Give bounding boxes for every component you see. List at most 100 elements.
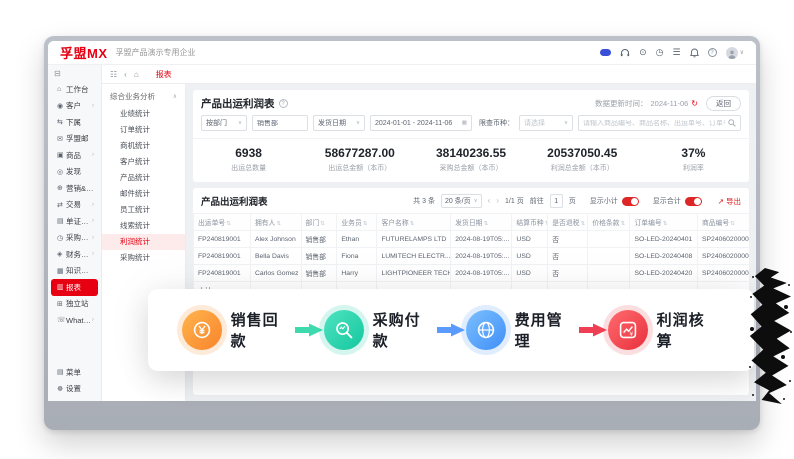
date-type-select[interactable]: 发货日期∨ — [313, 115, 365, 131]
target-icon[interactable]: ⊙ — [639, 48, 647, 57]
page-title: 产品出运利润表 — [201, 96, 275, 111]
chevron-right-icon: › — [92, 235, 94, 241]
total-toggle[interactable] — [685, 197, 702, 206]
submenu-item-emails[interactable]: 邮件统计 — [102, 186, 185, 202]
sort-icon: ⇅ — [226, 221, 231, 227]
dept-select[interactable]: 按部门∨ — [201, 115, 247, 131]
col-order-no[interactable]: 订单编号⇅ — [630, 214, 697, 231]
tab-reports[interactable]: 报表 — [156, 69, 172, 80]
back-button[interactable]: 返回 — [706, 96, 741, 111]
eye-icon[interactable] — [600, 49, 611, 56]
user-menu[interactable]: ∨ — [726, 47, 744, 59]
sidebar-item-customers[interactable]: ◉客户› — [51, 98, 98, 115]
submenu-item-orders[interactable]: 订单统计 — [102, 122, 185, 138]
yuan-coin-icon — [182, 310, 222, 350]
sidebar-item-products[interactable]: ▣商品› — [51, 147, 98, 164]
bell-icon[interactable] — [690, 48, 699, 58]
col-ship-date[interactable]: 发货日期⇅ — [451, 214, 512, 231]
submenu-item-opportunities[interactable]: 商机统计 — [102, 138, 185, 154]
sidebar-item-marketing[interactable]: ⊕营销&AM — [51, 180, 98, 197]
submenu-item-employees[interactable]: 员工统计 — [102, 202, 185, 218]
submenu-item-leads[interactable]: 线索统计 — [102, 218, 185, 234]
chevron-right-icon: › — [92, 251, 94, 257]
sidebar-item-shipping-docs[interactable]: ▤单证船务› — [51, 213, 98, 230]
dept-input[interactable] — [252, 115, 308, 131]
stat-purchase-amount: 38140236.55采购总金额（本币） — [415, 146, 526, 173]
submenu-item-procurement[interactable]: 采购统计 — [102, 250, 185, 266]
chevron-left-icon[interactable]: ‹ — [124, 70, 127, 79]
list-icon[interactable]: ☰ — [673, 48, 681, 57]
page: 孚盟MX 孚盟产品演示专用企业 ⊙ ◷ ☰ ? ∨ — [0, 0, 794, 459]
export-button[interactable]: ↗ 导出 — [718, 196, 741, 207]
sidebar-item-procurement[interactable]: ◷采购管理› — [51, 230, 98, 247]
goto-page-input[interactable] — [550, 194, 563, 208]
sidebar-item-reports[interactable]: ▥报表 — [51, 279, 98, 296]
logo: 孚盟MX — [60, 43, 108, 62]
submenu-item-performance[interactable]: 业绩统计 — [102, 106, 185, 122]
filter-bar: 按部门∨ 发货日期∨ 2024-01-01 - 2 — [193, 115, 749, 138]
page-unit: 页 — [569, 196, 576, 206]
col-salesperson[interactable]: 业务员⇅ — [337, 214, 377, 231]
book-icon: ▦ — [57, 267, 66, 275]
chevron-down-icon: ∨ — [238, 120, 242, 126]
org-name: 孚盟产品演示专用企业 — [116, 47, 196, 58]
chevron-down-icon: ∨ — [474, 198, 478, 204]
col-product-no[interactable]: 商品编号⇅ — [697, 214, 749, 231]
sidebar-item-finance[interactable]: ◈财务管理› — [51, 246, 98, 263]
submenu-item-profit[interactable]: 利润统计 — [102, 234, 185, 250]
report-header-card: 产品出运利润表 ? 数据更新时间： 2024-11-06 ↻ 返回 — [193, 90, 749, 182]
submenu-group[interactable]: 综合业务分析 ∧ — [102, 88, 185, 106]
sidebar-collapse-icon[interactable]: ⊟ — [48, 67, 101, 81]
sort-icon: ⇅ — [363, 221, 368, 227]
sidebar-item-workbench[interactable]: ⌂工作台 — [51, 81, 98, 98]
help-icon[interactable]: ? — [708, 48, 717, 57]
table-row: FP240819001Alex Johnson销售部EthanFUTURELAM… — [194, 231, 750, 248]
col-tax-refund[interactable]: 是否退税⇅ — [548, 214, 588, 231]
site-icon: ⊞ — [57, 300, 66, 308]
sidebar-item-site[interactable]: ⊞独立站 — [51, 296, 98, 313]
page-size-select[interactable]: 20 条/页∨ — [441, 194, 482, 208]
home-icon[interactable]: ⌂ — [134, 70, 139, 79]
arrow-right-icon — [436, 322, 466, 338]
sidebar-item-settings[interactable]: ☸设置 — [51, 381, 98, 398]
grid-icon[interactable]: ☷ — [110, 70, 117, 79]
col-department[interactable]: 部门⇅ — [301, 214, 337, 231]
sidebar-item-menu[interactable]: ▤菜单 — [51, 364, 98, 381]
headset-icon[interactable] — [620, 48, 630, 58]
help-icon[interactable]: ? — [279, 99, 288, 108]
sidebar-item-whatsapp[interactable]: ☏WhatsAp...› — [51, 312, 98, 329]
compass-icon: ◎ — [57, 168, 66, 176]
col-price-terms[interactable]: 价格条款⇅ — [588, 214, 630, 231]
goto-label: 前往 — [530, 196, 544, 206]
currency-label: 限查币种： — [479, 118, 514, 128]
col-customer[interactable]: 客户名称⇅ — [377, 214, 451, 231]
step-expense-management: 费用管理 — [466, 309, 578, 351]
prev-page-icon[interactable]: ‹ — [488, 197, 491, 205]
home-icon: ⌂ — [57, 86, 66, 93]
sidebar-item-subordinates[interactable]: ⇆下属 — [51, 114, 98, 131]
sidebar-item-knowledge[interactable]: ▦知识管理 — [51, 263, 98, 280]
subtotal-toggle[interactable] — [622, 197, 639, 206]
sidebar-item-discover[interactable]: ◎发现 — [51, 164, 98, 181]
header-icons: ⊙ ◷ ☰ ? ∨ — [600, 47, 744, 59]
col-currency[interactable]: 结算币种⇅ — [512, 214, 548, 231]
stat-profit-rate: 37%利润率 — [638, 146, 749, 173]
tab-strip: ☷ ‹ ⌂ 报表 — [102, 65, 756, 84]
sort-icon: ⇅ — [276, 221, 281, 227]
submenu-item-products[interactable]: 产品统计 — [102, 170, 185, 186]
col-shipment-no[interactable]: 出运单号⇅ — [194, 214, 251, 231]
next-page-icon[interactable]: › — [496, 197, 499, 205]
submenu-item-customers[interactable]: 客户统计 — [102, 154, 185, 170]
calendar-icon: ▦ — [462, 120, 467, 126]
currency-select[interactable]: 请选择∨ — [519, 115, 573, 131]
cart-icon: ◷ — [57, 234, 66, 242]
sidebar-item-mail[interactable]: ✉孚盟邮 — [51, 131, 98, 148]
sort-icon: ⇅ — [621, 221, 626, 227]
table-toolbar: 产品出运利润表 共 3 条 20 条/页∨ ‹ › 1/1 页 前往 页 — [193, 188, 749, 213]
refresh-icon[interactable]: ↻ — [691, 99, 698, 108]
clock-icon[interactable]: ◷ — [656, 48, 664, 57]
date-range-input[interactable]: 2024-01-01 - 2024-11-06▦ — [370, 115, 472, 131]
sidebar-item-trade[interactable]: ⇄交易› — [51, 197, 98, 214]
col-owner[interactable]: 拥有人⇅ — [250, 214, 301, 231]
search-input[interactable] — [578, 115, 741, 131]
